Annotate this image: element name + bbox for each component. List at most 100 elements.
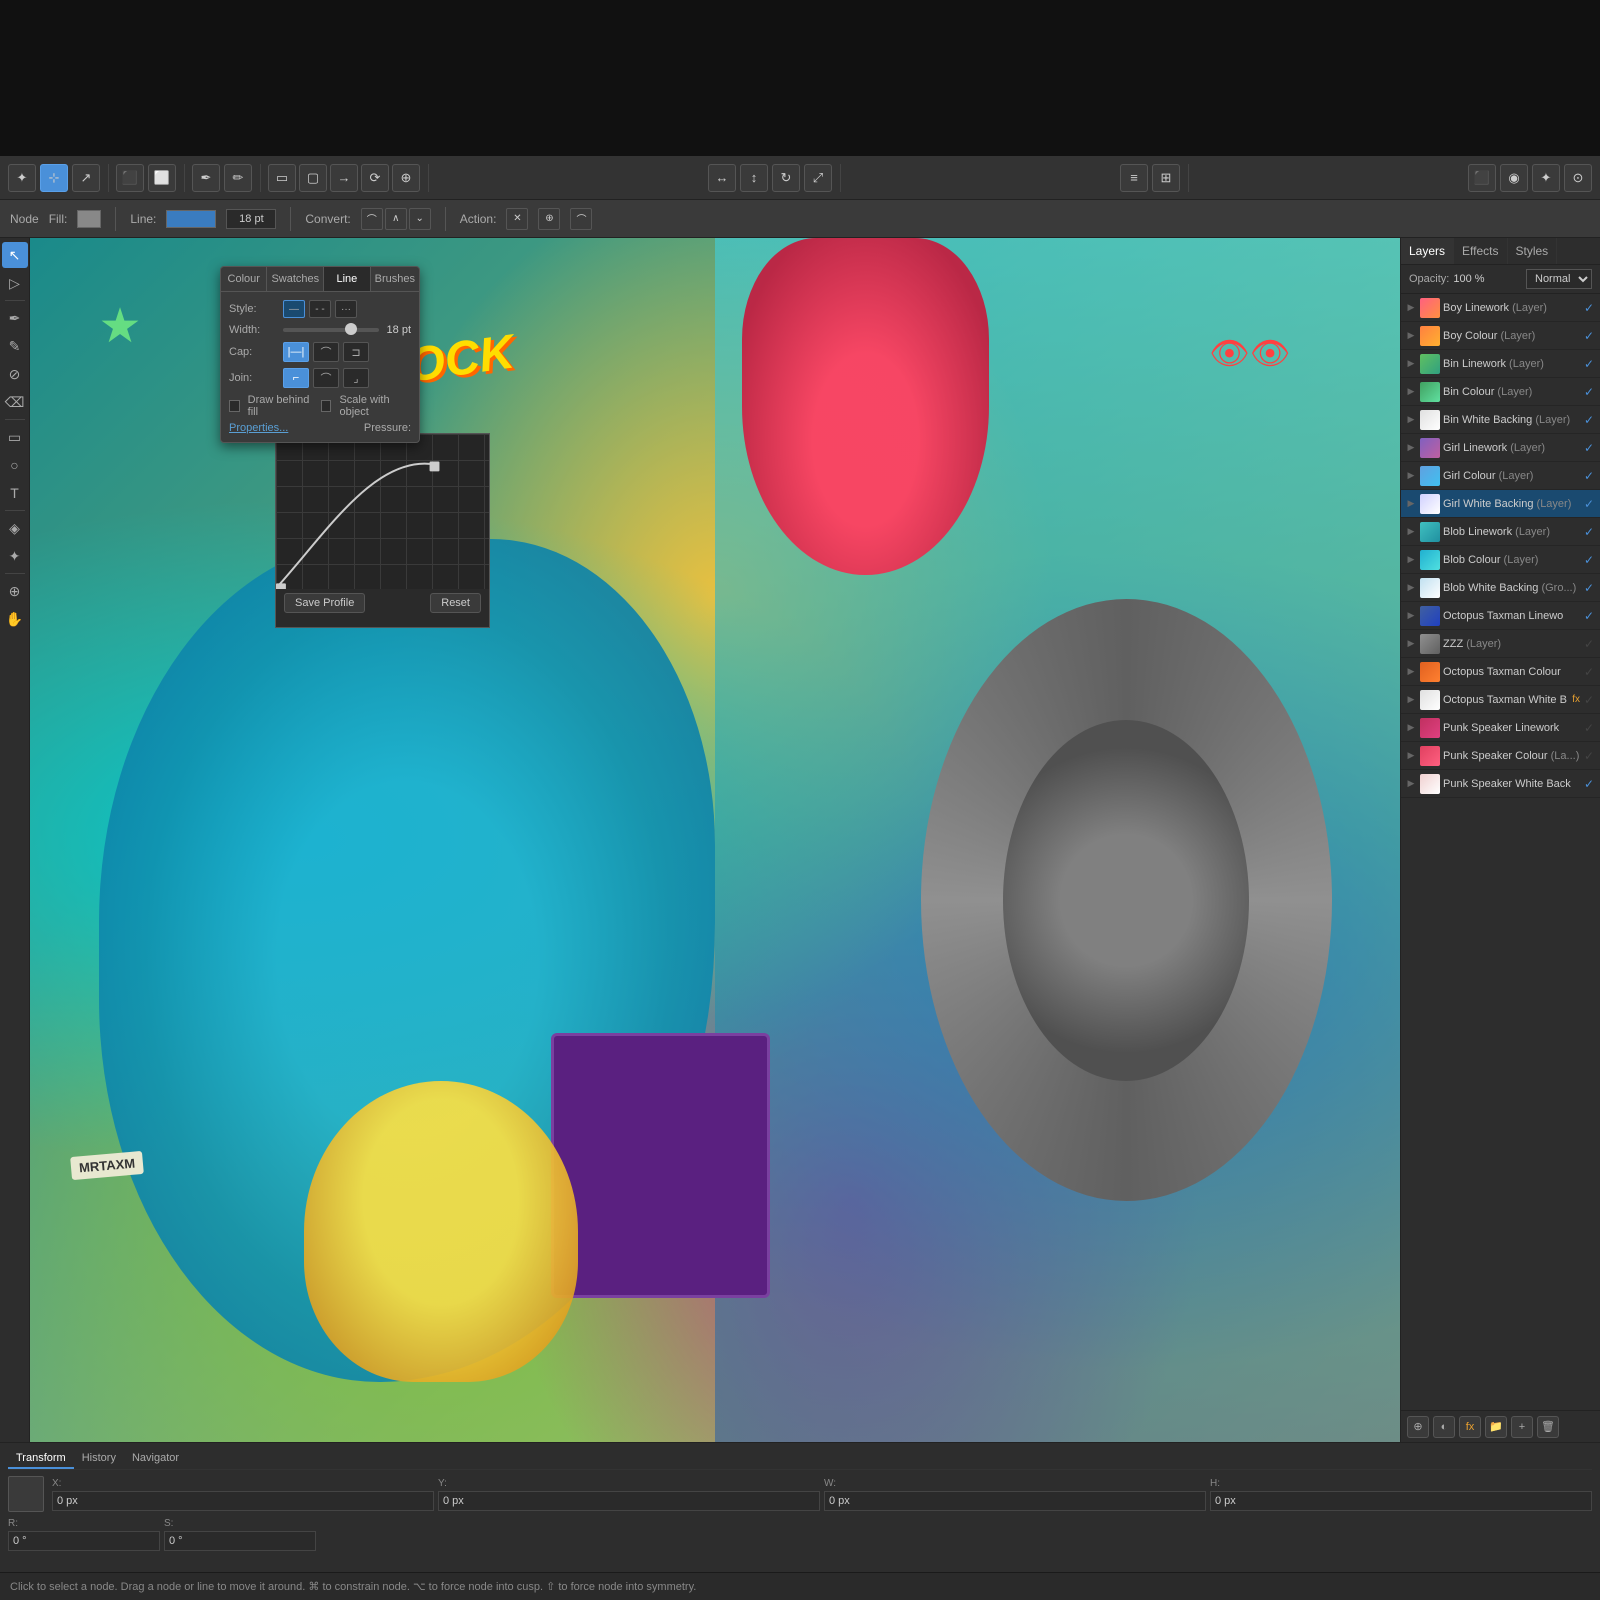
layer-visibility-icon[interactable]: ✓ [1582,525,1596,539]
layer-visibility-icon[interactable]: ✓ [1582,665,1596,679]
eraser-tool[interactable]: ⌫ [2,389,28,415]
tab-brushes[interactable]: Brushes [371,267,419,291]
scale-icon[interactable]: ⤢ [804,164,832,192]
layer-item[interactable]: ▶ Boy Linework (Layer) ✓ [1401,294,1600,322]
join-round-btn[interactable]: ⌒ [313,368,339,388]
tab-line[interactable]: Line [324,267,370,291]
fx-btn[interactable]: fx [1459,1416,1481,1438]
search-icon[interactable]: ⊙ [1564,164,1592,192]
brush-icon[interactable]: ✦ [1532,164,1560,192]
layer-item[interactable]: ▶ Octopus Taxman Linewo ✓ [1401,602,1600,630]
pen-tool[interactable]: ✒ [2,305,28,331]
fill-tool[interactable]: ◈ [2,515,28,541]
ellipse-tool[interactable]: ○ [2,452,28,478]
canvas-area[interactable]: ROCK ★ MRTAXM 👁👁 Colour Swatches Line [30,238,1400,1442]
line-width-input[interactable] [226,209,276,229]
tab-swatches[interactable]: Swatches [267,267,324,291]
layer-expand-icon[interactable]: ▶ [1405,582,1417,594]
direct-select-tool[interactable]: ▷ [2,270,28,296]
layer-visibility-icon[interactable]: ✓ [1582,637,1596,651]
tab-navigator[interactable]: Navigator [124,1449,187,1469]
layer-visibility-icon[interactable]: ✓ [1582,329,1596,343]
flip-h-icon[interactable]: ↔ [708,164,736,192]
pen-tool-icon[interactable]: ✒ [192,164,220,192]
layers-icon[interactable]: ⬛ [1468,164,1496,192]
tab-effects[interactable]: Effects [1454,238,1507,264]
delete-layer-btn[interactable]: 🗑 [1537,1416,1559,1438]
layer-visibility-icon[interactable]: ✓ [1582,609,1596,623]
rect-icon[interactable]: ▢ [299,164,327,192]
text-tool[interactable]: T [2,480,28,506]
width-slider-thumb[interactable] [345,323,357,335]
layer-expand-icon[interactable]: ▶ [1405,722,1417,734]
action-btn-1[interactable]: ✕ [506,208,528,230]
transform-icon[interactable]: ⟳ [361,164,389,192]
layer-expand-icon[interactable]: ▶ [1405,526,1417,538]
y-input[interactable] [438,1491,820,1511]
arrow-icon[interactable]: → [330,164,358,192]
cap-butt-btn[interactable]: |—| [283,342,309,362]
layer-item[interactable]: ▶ Girl Linework (Layer) ✓ [1401,434,1600,462]
layer-visibility-icon[interactable]: ✓ [1582,357,1596,371]
dashed-line-btn[interactable]: ··· [335,300,357,318]
action-btn-3[interactable]: ⌒ [570,208,592,230]
layer-expand-icon[interactable]: ▶ [1405,610,1417,622]
layer-expand-icon[interactable]: ▶ [1405,302,1417,314]
convert-btn-2[interactable]: ∧ [385,208,407,230]
tab-transform[interactable]: Transform [8,1449,74,1469]
flip-v-icon[interactable]: ↕ [740,164,768,192]
draw-behind-checkbox[interactable] [229,400,240,412]
cap-square-btn[interactable]: ⊐ [343,342,369,362]
add-layer-btn[interactable]: ⊕ [1407,1416,1429,1438]
select-tool-icon[interactable]: ⊹ [40,164,68,192]
layer-item[interactable]: ▶ Blob Colour (Layer) ✓ [1401,546,1600,574]
layer-expand-icon[interactable]: ▶ [1405,666,1417,678]
layer-visibility-icon[interactable]: ✓ [1582,441,1596,455]
layer-expand-icon[interactable]: ▶ [1405,694,1417,706]
layer-expand-icon[interactable]: ▶ [1405,498,1417,510]
layer-visibility-icon[interactable]: ✓ [1582,777,1596,791]
square-icon[interactable]: ▭ [268,164,296,192]
h-input[interactable] [1210,1491,1592,1511]
layer-item[interactable]: ▶ ZZZ (Layer) ✓ [1401,630,1600,658]
properties-link[interactable]: Properties... [229,422,288,434]
w-input[interactable] [824,1491,1206,1511]
zoom-tool[interactable]: ⊕ [2,578,28,604]
rect-tool[interactable]: ▭ [2,424,28,450]
layer-expand-icon[interactable]: ▶ [1405,414,1417,426]
layer-item[interactable]: ▶ Blob White Backing (Gro...) ✓ [1401,574,1600,602]
action-btn-2[interactable]: ⊕ [538,208,560,230]
layer-visibility-icon[interactable]: ✓ [1582,301,1596,315]
new-layer-btn[interactable]: + [1511,1416,1533,1438]
layer-item[interactable]: ▶ Punk Speaker White Back ✓ [1401,770,1600,798]
layer-visibility-icon[interactable]: ✓ [1582,749,1596,763]
layer-item[interactable]: ▶ Punk Speaker Linework ✓ [1401,714,1600,742]
layer-expand-icon[interactable]: ▶ [1405,442,1417,454]
cap-round-btn[interactable]: ⌒ [313,342,339,362]
layer-item[interactable]: ▶ Bin Linework (Layer) ✓ [1401,350,1600,378]
align-icon[interactable]: ≡ [1120,164,1148,192]
layer-visibility-icon[interactable]: ✓ [1582,693,1596,707]
hand-tool[interactable]: ✋ [2,606,28,632]
layer-item[interactable]: ▶ Girl White Backing (Layer) ✓ [1401,490,1600,518]
join-bevel-btn[interactable]: ⌟ [343,368,369,388]
rotate-icon[interactable]: ↻ [772,164,800,192]
layer-item[interactable]: ▶ Girl Colour (Layer) ✓ [1401,462,1600,490]
x-input[interactable] [52,1491,434,1511]
layer-visibility-icon[interactable]: ✓ [1582,581,1596,595]
tab-layers[interactable]: Layers [1401,238,1454,264]
distribute-icon[interactable]: ⊞ [1152,164,1180,192]
layer-expand-icon[interactable]: ▶ [1405,638,1417,650]
convert-btn-1[interactable]: ⌒ [361,208,383,230]
layer-item[interactable]: ▶ Bin White Backing (Layer) ✓ [1401,406,1600,434]
zoom-icon[interactable]: ⊕ [392,164,420,192]
layer-item[interactable]: ▶ Boy Colour (Layer) ✓ [1401,322,1600,350]
scale-with-object-checkbox[interactable] [321,400,332,412]
cursor-tool[interactable]: ↖ [2,242,28,268]
fill-swatch[interactable] [77,210,101,228]
layer-visibility-icon[interactable]: ✓ [1582,497,1596,511]
mask-btn[interactable]: ◐ [1433,1416,1455,1438]
width-slider[interactable] [283,328,379,332]
join-miter-btn[interactable]: ⌐ [283,368,309,388]
blend-mode-select[interactable]: Normal [1526,269,1592,289]
